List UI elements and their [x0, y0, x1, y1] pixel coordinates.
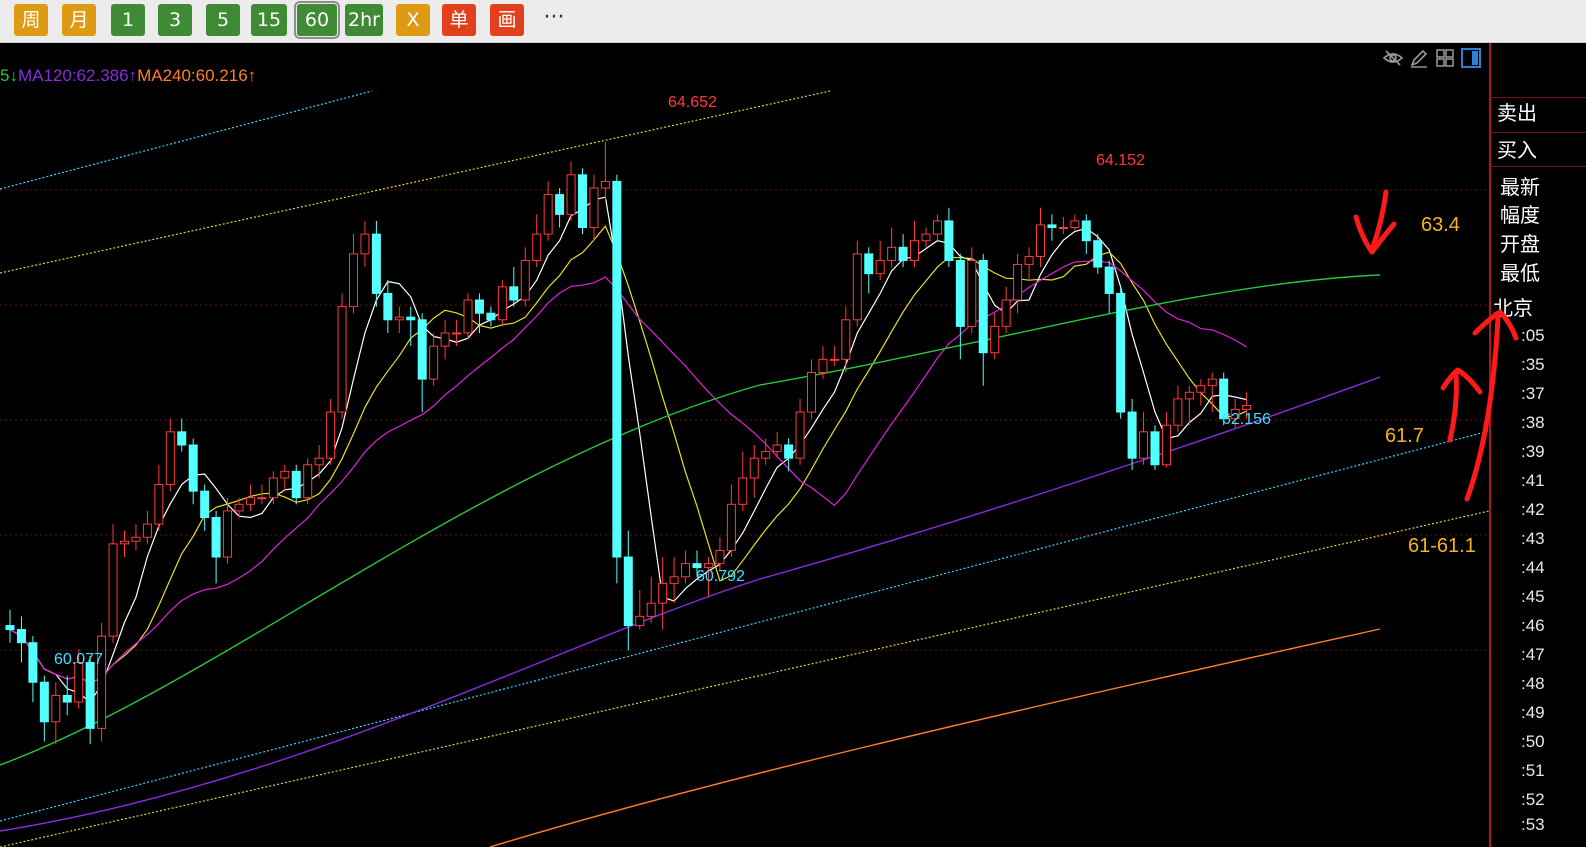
up-arrow-mark-short	[1440, 367, 1483, 443]
up-arrow-mark-long	[1464, 309, 1519, 502]
down-arrow-mark	[1353, 189, 1397, 255]
handwritten-marks	[1353, 189, 1519, 502]
